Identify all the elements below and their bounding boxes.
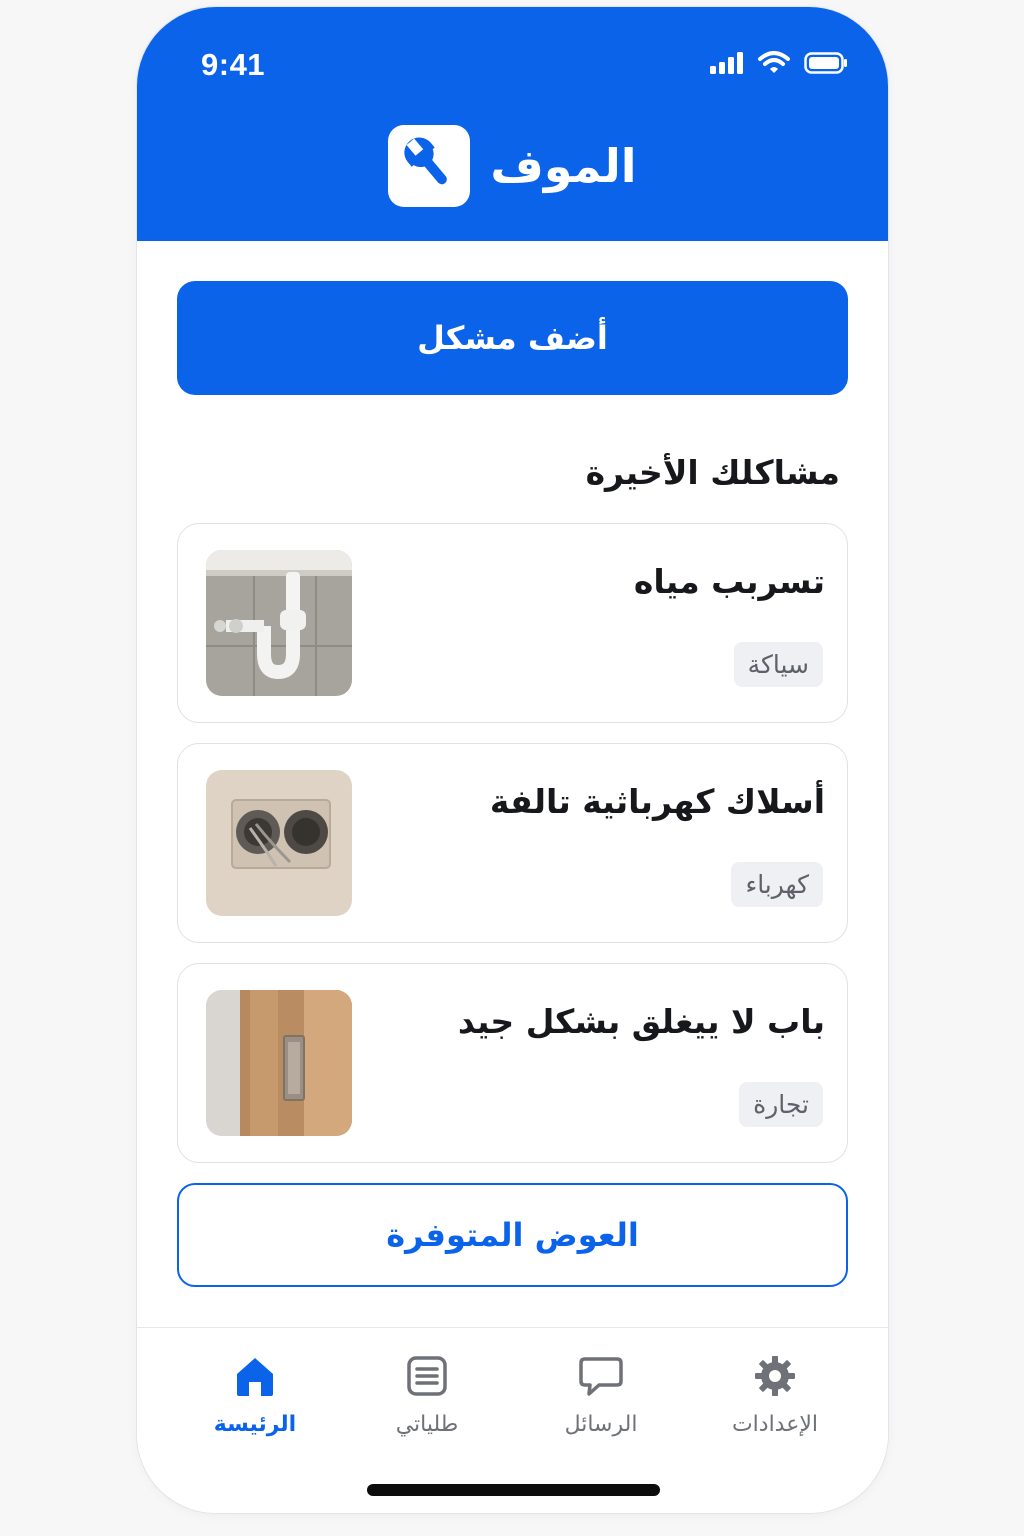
problem-card[interactable]: باب لا ييغلق بشكل جيد تجارة (177, 963, 848, 1163)
wifi-icon (758, 51, 790, 75)
status-time: 9:41 (201, 47, 266, 82)
add-problem-button[interactable]: أضف مشكل (177, 281, 848, 395)
problem-card[interactable]: تسربب مياه سياكة (177, 523, 848, 723)
sink-pipe-image (206, 550, 352, 696)
status-icons (710, 51, 848, 75)
main-content: أضف مشكل مشاكلك الأخيرة تسربب مياه سياكة (177, 281, 848, 1287)
recent-problems-title: مشاكلك الأخيرة (585, 453, 840, 492)
gear-icon (695, 1352, 855, 1400)
problem-card[interactable]: أسلاك كهرباثية تالفة كهرباء (177, 743, 848, 943)
nav-item-settings[interactable]: الإعدادات (695, 1352, 855, 1437)
nav-label-home: الرئيسة (213, 1412, 297, 1437)
app-name: الموف (490, 139, 637, 193)
chat-icon (521, 1352, 681, 1400)
nav-label-messages: الرسائل (564, 1412, 638, 1437)
brand: الموف (137, 125, 888, 207)
battery-icon (804, 52, 848, 74)
wrench-icon (400, 135, 458, 197)
problem-title: باب لا ييغلق بشكل جيد (457, 1002, 825, 1041)
cellular-signal-icon (710, 52, 744, 74)
nav-label-my-requests: طلياتي (395, 1412, 459, 1437)
problem-category-tag: تجارة (739, 1082, 823, 1127)
app-logo (388, 125, 471, 207)
nav-item-messages[interactable]: الرسائل (521, 1352, 681, 1437)
nav-item-my-requests[interactable]: طلياتي (347, 1352, 507, 1437)
problem-list: تسربب مياه سياكة أسلاك كهرباثية تالفة كه… (177, 523, 848, 1163)
door-hinge-image (206, 990, 352, 1136)
problem-title: أسلاك كهرباثية تالفة (489, 782, 825, 821)
phone-frame: 9:41 الموف أضف مشكل مشاكلك الأخيرة تسربب… (136, 6, 889, 1514)
nav-label-settings: الإعدادات (731, 1412, 819, 1437)
home-indicator (367, 1484, 660, 1496)
problem-category-tag: سياكة (733, 642, 823, 687)
app-header: 9:41 الموف (137, 7, 888, 241)
problem-category-tag: كهرباء (731, 862, 823, 907)
nav-item-home[interactable]: الرئيسة (175, 1352, 335, 1437)
status-bar: 9:41 (137, 7, 888, 117)
damaged-socket-image (206, 770, 352, 916)
list-icon (347, 1352, 507, 1400)
problem-title: تسربب مياه (633, 562, 825, 601)
available-offers-button[interactable]: العوض المتوفرة (177, 1183, 848, 1287)
home-icon (175, 1352, 335, 1400)
